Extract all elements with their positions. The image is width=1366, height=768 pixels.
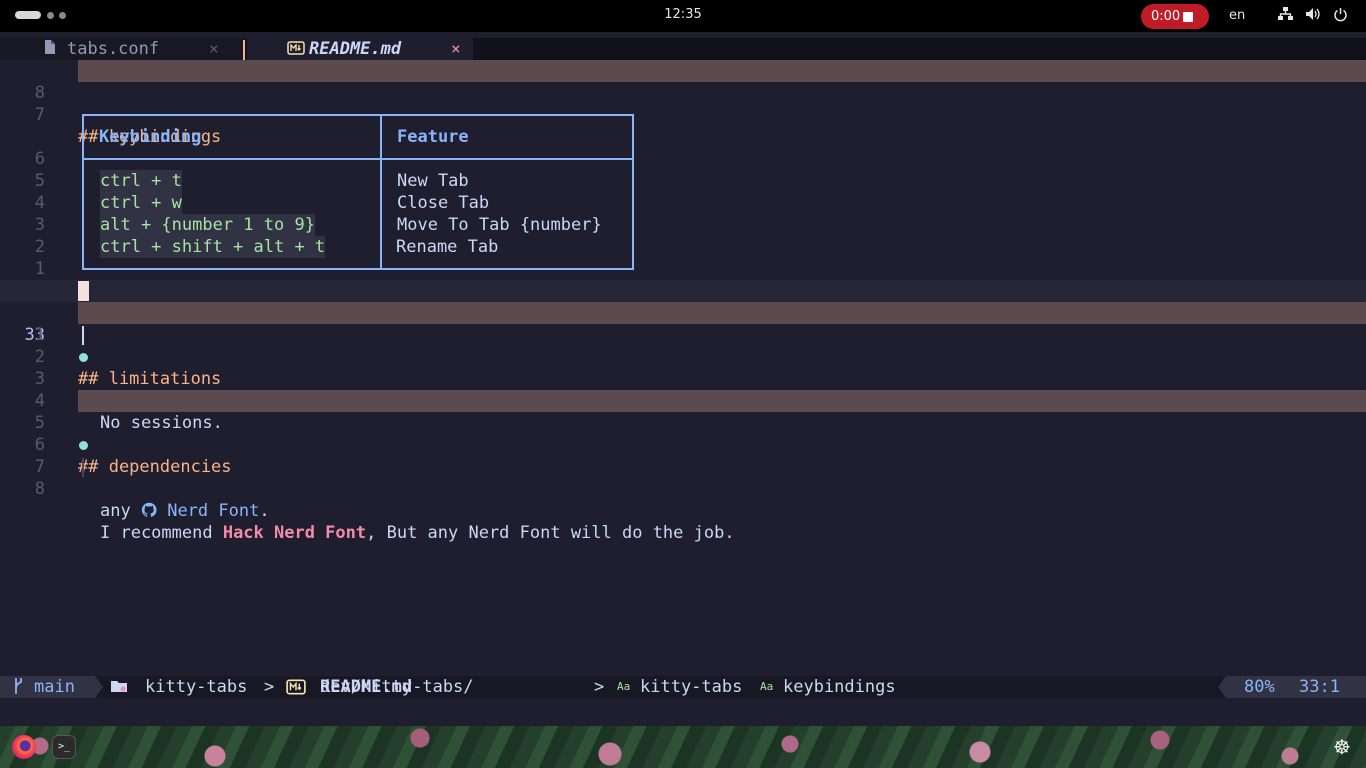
git-branch-icon bbox=[13, 676, 23, 698]
scroll-percent: 80% bbox=[1244, 677, 1275, 697]
buffer-line: 7 bbox=[0, 82, 1366, 125]
editor-buffer[interactable]: 8 ## keybindings 7 6 5 4 3 2 1 Keybindin… bbox=[0, 60, 1366, 676]
tab-readme[interactable]: README.md × bbox=[247, 38, 473, 60]
buffer-line: 7 any Nerd Font. bbox=[0, 434, 1366, 521]
tabline: tabs.conf × README.md × bbox=[0, 38, 1366, 60]
dependency-item: any Nerd Font. bbox=[100, 500, 270, 522]
folder-icon bbox=[110, 678, 128, 700]
dock-bar: >_ ☸ bbox=[0, 726, 1366, 768]
project-name[interactable]: kitty-tabs bbox=[145, 676, 247, 698]
file-icon bbox=[44, 39, 56, 59]
symbol-icon: Aa bbox=[760, 680, 774, 693]
github-icon bbox=[141, 501, 167, 521]
screen-recording-indicator[interactable]: 0:00 bbox=[1141, 4, 1209, 29]
heading-highlight bbox=[78, 390, 1366, 412]
cursor-position: 33:1 bbox=[1299, 677, 1340, 697]
file-path[interactable]: dev/kitty-tabs/README.md bbox=[320, 676, 474, 698]
close-icon[interactable]: × bbox=[209, 38, 219, 60]
table-cell: alt + {number 1 to 9} bbox=[100, 214, 315, 236]
table-cell: Rename Tab bbox=[396, 237, 499, 257]
table-divider bbox=[84, 158, 632, 160]
buffer-line: 5 ## dependencies bbox=[0, 390, 1366, 477]
indent-guide bbox=[82, 458, 84, 477]
recommendation-line: I recommend Hack Nerd Font, But any Nerd… bbox=[100, 522, 735, 544]
tab-separator bbox=[243, 40, 245, 60]
cursorline-highlight bbox=[0, 280, 1366, 302]
tab-label: README.md bbox=[309, 39, 402, 59]
current-line: 33 bbox=[0, 280, 1366, 345]
buffer-line: 6 bbox=[0, 412, 1366, 455]
symbol-icon: Aa bbox=[617, 680, 631, 693]
table-divider bbox=[380, 116, 382, 268]
table-cell: Close Tab bbox=[397, 193, 490, 213]
bullet-icon bbox=[79, 353, 88, 362]
heading-highlight bbox=[78, 302, 1366, 324]
segment-arrow bbox=[1218, 676, 1226, 698]
breadcrumb-project[interactable]: kitty-tabs bbox=[640, 676, 742, 698]
markdown-icon bbox=[286, 677, 306, 703]
system-top-bar: 12:35 0:00 en bbox=[0, 0, 1366, 32]
breadcrumb-heading[interactable]: keybindings bbox=[783, 676, 896, 698]
recommend-suffix: , But any Nerd Font will do the job. bbox=[366, 523, 735, 543]
chevron-right-icon: > bbox=[264, 677, 275, 697]
table-cell: ctrl + w bbox=[100, 192, 182, 214]
line-number: 8 bbox=[34, 479, 45, 499]
table-cell: New Tab bbox=[397, 171, 469, 191]
git-branch[interactable]: main bbox=[34, 676, 75, 698]
buffer-line: 2 bbox=[0, 324, 1366, 367]
recording-time: 0:00 bbox=[1151, 9, 1181, 24]
text-cursor bbox=[78, 281, 89, 301]
nerd-font-link[interactable]: Nerd Font bbox=[167, 501, 259, 521]
table-cell: ctrl + shift + alt + t bbox=[100, 236, 326, 258]
table-header: Feature bbox=[397, 127, 469, 147]
volume-icon[interactable] bbox=[1305, 7, 1321, 25]
table-cell: Move To Tab {number} bbox=[397, 215, 602, 235]
firefox-icon[interactable] bbox=[12, 735, 36, 759]
terminal-icon[interactable]: >_ bbox=[52, 735, 76, 759]
bullet-icon bbox=[79, 441, 88, 450]
dep-suffix: . bbox=[259, 501, 270, 521]
recommend-strong: Hack Nerd Font bbox=[222, 523, 367, 543]
power-icon[interactable] bbox=[1333, 7, 1348, 26]
buffer-line: 1 ## limitations bbox=[0, 302, 1366, 389]
ubuntu-icon[interactable]: ☸ bbox=[1330, 735, 1354, 759]
close-icon[interactable]: × bbox=[451, 38, 461, 60]
tab-tabs-conf[interactable]: tabs.conf × bbox=[0, 38, 244, 60]
segment-arrow bbox=[95, 676, 103, 698]
dep-prefix: any bbox=[100, 501, 141, 521]
heading-highlight bbox=[78, 60, 1366, 82]
buffer-line: 8 I recommend Hack Nerd Font, But any Ne… bbox=[0, 456, 1366, 543]
path-prefix: dev/kitty-tabs/ bbox=[320, 677, 474, 697]
indent-guide bbox=[82, 326, 84, 345]
buffer-line: 4 bbox=[0, 368, 1366, 411]
buffer-line: 3 No sessions. bbox=[0, 346, 1366, 433]
buffer-line: 8 ## keybindings bbox=[0, 60, 1366, 147]
table-cell: ctrl + t bbox=[100, 170, 182, 192]
statusline: main kitty-tabs > dev/kitty-tabs/README.… bbox=[0, 676, 1366, 698]
keyboard-language[interactable]: en bbox=[1229, 8, 1245, 23]
tab-label: tabs.conf bbox=[67, 39, 160, 59]
line-number: 1 bbox=[34, 259, 45, 279]
chevron-right-icon: > bbox=[594, 677, 605, 697]
markdown-icon bbox=[287, 39, 305, 61]
recommend-prefix: I recommend bbox=[100, 523, 223, 543]
stop-icon bbox=[1183, 12, 1193, 22]
line-number: 7 bbox=[34, 105, 45, 125]
keybindings-table: Keybinding Feature ctrl + t New Tab ctrl… bbox=[82, 114, 634, 270]
network-icon[interactable] bbox=[1278, 7, 1293, 25]
table-header: Keybinding bbox=[99, 127, 202, 147]
